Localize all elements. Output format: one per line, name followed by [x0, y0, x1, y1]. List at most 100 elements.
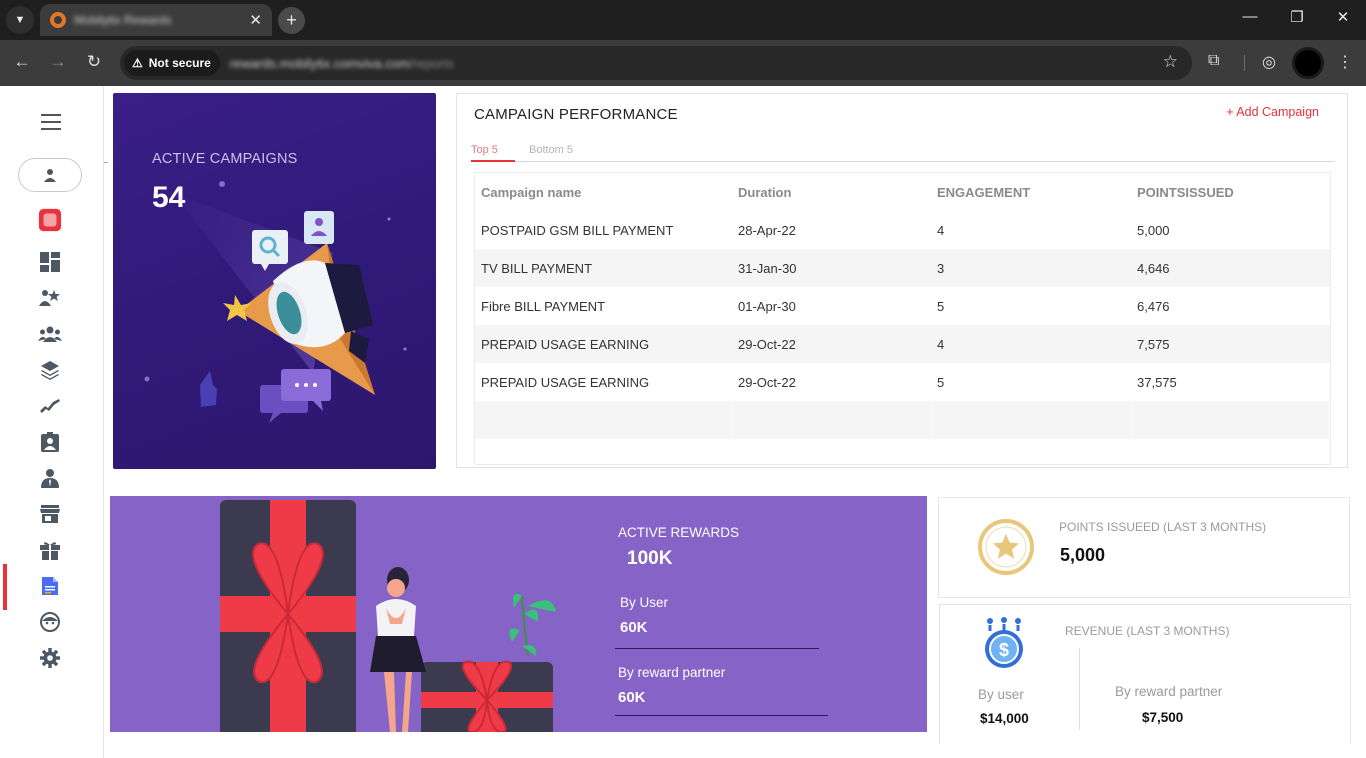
settings-gear-icon[interactable] — [38, 646, 62, 670]
browser-tab[interactable]: Mobilytix Rewards ✕ — [40, 4, 272, 36]
back-arrow-icon[interactable]: ← — [10, 52, 34, 72]
user-profile-button[interactable] — [18, 158, 82, 192]
profile-avatar[interactable] — [1292, 47, 1324, 79]
table-cell: 4 — [931, 325, 1131, 363]
by-user-label: By User — [620, 595, 669, 610]
app-root: ACTIVE CAMPAIGNS 54 CAMPAIGN PERFORMANCE… — [0, 86, 1366, 758]
table-cell-empty — [732, 401, 932, 439]
home-app-icon[interactable] — [38, 208, 62, 232]
table-cell-empty — [931, 401, 1132, 439]
tab-top-5[interactable]: Top 5 — [471, 144, 498, 156]
face-support-icon[interactable] — [38, 610, 62, 634]
site-favicon-icon — [50, 12, 66, 28]
table-cell: TV BILL PAYMENT — [475, 249, 732, 287]
revenue-by-user-label: By user — [978, 687, 1024, 702]
performance-icon[interactable]: ◎ — [1262, 52, 1276, 72]
campaign-performance-card: CAMPAIGN PERFORMANCE + Add Campaign Top … — [456, 93, 1348, 468]
toolbar-separator — [1244, 55, 1245, 71]
table-row[interactable]: PREPAID USAGE EARNING 29-Oct-22 4 7,575 — [475, 325, 1330, 363]
groups-icon[interactable] — [38, 322, 62, 346]
performance-tabs: Top 5 Bottom 5 — [471, 144, 1335, 162]
user-icon — [44, 169, 56, 182]
contact-card-icon[interactable] — [38, 430, 62, 454]
add-campaign-link[interactable]: + Add Campaign — [1226, 105, 1319, 119]
table-cell: 6,476 — [1137, 298, 1170, 314]
url-text: rewards.mobilytix.comviva.com/reports — [230, 56, 454, 71]
loyalty-users-icon[interactable] — [38, 286, 62, 310]
browser-tab-strip: ▼ Mobilytix Rewards ✕ + — ❐ ✕ — [0, 0, 1366, 40]
table-row[interactable]: Fibre BILL PAYMENT 01-Apr-30 5 6,476 — [475, 287, 1330, 325]
reload-icon[interactable]: ↻ — [82, 52, 106, 72]
tab-bottom-5[interactable]: Bottom 5 — [529, 144, 573, 156]
employee-icon[interactable] — [38, 466, 62, 490]
divider-mark — [104, 162, 108, 163]
table-cell: 5,000 — [1137, 222, 1170, 238]
table-cell: 29-Oct-22 — [732, 325, 931, 363]
table-cell: 28-Apr-22 — [738, 222, 796, 238]
gift-icon[interactable] — [38, 538, 62, 562]
dollar-coin-icon: $ — [985, 617, 1023, 668]
active-rewards-card: ACTIVE REWARDS 100K By User 60K By rewar… — [110, 496, 927, 732]
active-nav-indicator — [3, 564, 7, 610]
table-row[interactable]: POSTPAID GSM BILL PAYMENT 28-Apr-22 4 5,… — [475, 211, 1330, 249]
table-cell: POSTPAID GSM BILL PAYMENT — [481, 222, 674, 238]
table-cell-empty — [475, 401, 733, 439]
column-header[interactable]: POINTSISSUED — [1131, 173, 1330, 211]
column-header[interactable]: Campaign name — [475, 173, 732, 211]
security-indicator[interactable]: ⚠ Not secure — [124, 50, 220, 76]
url-path: /reports — [409, 55, 454, 71]
active-rewards-value: 100K — [627, 548, 673, 569]
partnership-icon[interactable] — [38, 394, 62, 418]
table-cell: 4 — [937, 222, 945, 238]
dashboard-icon[interactable] — [38, 250, 62, 274]
warning-triangle-icon: ⚠ — [132, 56, 143, 70]
table-row[interactable]: PREPAID USAGE EARNING 29-Oct-22 5 37,575 — [475, 363, 1330, 401]
table-cell: 01-Apr-30 — [738, 298, 796, 314]
campaign-performance-title: CAMPAIGN PERFORMANCE — [474, 106, 678, 123]
close-tab-icon[interactable]: ✕ — [249, 11, 262, 29]
column-header[interactable]: Duration — [732, 173, 931, 211]
svg-text:$: $ — [999, 640, 1009, 660]
address-bar[interactable]: ⚠ Not secure rewards.mobilytix.comviva.c… — [120, 46, 1192, 80]
active-rewards-label: ACTIVE REWARDS — [618, 525, 740, 540]
column-header[interactable]: ENGAGEMENT — [931, 173, 1131, 211]
revenue-by-partner-label: By reward partner — [1115, 684, 1223, 699]
star-coin-icon — [978, 519, 1034, 575]
bookmark-star-icon[interactable]: ☆ — [1163, 52, 1178, 72]
table-cell: 37,575 — [1137, 374, 1177, 390]
browser-toolbar: ← → ↻ ⚠ Not secure rewards.mobilytix.com… — [0, 40, 1366, 86]
revenue-by-partner-value: $7,500 — [1142, 710, 1184, 725]
close-window-icon[interactable]: ✕ — [1331, 8, 1355, 26]
more-menu-icon[interactable]: ⋮ — [1337, 52, 1353, 72]
tab-title: Mobilytix Rewards — [74, 13, 172, 27]
gift-illustration — [220, 500, 556, 732]
table-cell: 29-Oct-22 — [738, 374, 796, 390]
extensions-puzzle-icon[interactable]: ⧉ — [1208, 52, 1219, 70]
active-tab-underline — [471, 160, 515, 162]
hamburger-menu-icon[interactable] — [41, 114, 61, 135]
revenue-card: $ REVENUE (LAST 3 MONTHS) By user $14,00… — [939, 604, 1351, 744]
by-partner-label: By reward partner — [618, 665, 726, 680]
campaign-table: Campaign name Duration ENGAGEMENT POINTS… — [474, 172, 1331, 465]
table-row[interactable]: TV BILL PAYMENT 31-Jan-30 3 4,646 — [475, 249, 1330, 287]
tab-search-button[interactable]: ▼ — [6, 6, 34, 34]
table-cell: 3 — [931, 249, 1131, 287]
url-host: rewards.mobilytix.comviva.com — [229, 55, 410, 71]
store-icon[interactable] — [38, 502, 62, 526]
reports-document-icon[interactable] — [38, 574, 62, 598]
by-user-value: 60K — [620, 619, 648, 636]
table-cell-empty — [1131, 401, 1330, 439]
points-issued-value: 5,000 — [1060, 545, 1106, 565]
active-campaigns-card: ACTIVE CAMPAIGNS 54 — [113, 93, 436, 469]
table-cell: 5 — [937, 374, 945, 390]
sidebar — [0, 86, 104, 758]
forward-arrow-icon[interactable]: → — [46, 52, 70, 72]
table-header-row: Campaign name Duration ENGAGEMENT POINTS… — [475, 173, 1330, 211]
restore-icon[interactable]: ❐ — [1285, 8, 1309, 26]
table-cell: 4,646 — [1131, 249, 1330, 287]
revenue-by-user-value: $14,000 — [980, 711, 1029, 726]
layers-icon[interactable] — [38, 358, 62, 382]
new-tab-button[interactable]: + — [278, 7, 305, 34]
minimize-icon[interactable]: — — [1238, 8, 1262, 25]
table-cell: 7,575 — [1131, 325, 1330, 363]
